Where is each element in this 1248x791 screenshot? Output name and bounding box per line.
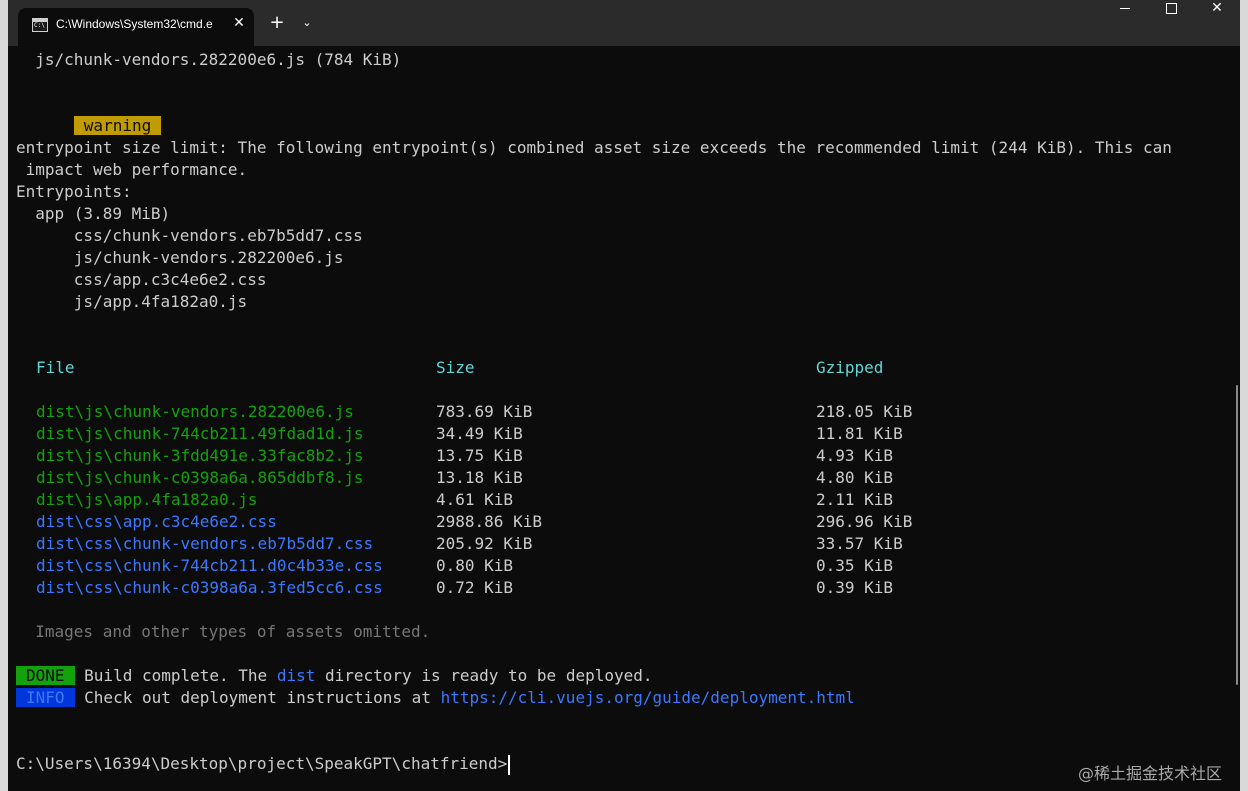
warning-badge: warning xyxy=(73,116,162,135)
row-gzipped: 0.35 KiB xyxy=(816,556,894,575)
entry-file: css/chunk-vendors.eb7b5dd7.css xyxy=(16,226,363,245)
tab-title: C:\Windows\System32\cmd.e xyxy=(56,17,213,31)
row-size: 783.69 KiB xyxy=(436,402,533,421)
header-gzipped: Gzipped xyxy=(816,358,884,377)
row-size: 13.75 KiB xyxy=(436,446,523,465)
row-size: 4.61 KiB xyxy=(436,490,514,509)
minimize-icon xyxy=(1120,7,1130,9)
header-file: File xyxy=(36,358,75,377)
row-gzipped: 4.93 KiB xyxy=(816,446,894,465)
row-gzipped: 0.39 KiB xyxy=(816,578,894,597)
omitted-note: Images and other types of assets omitted… xyxy=(16,622,431,641)
tab-close-icon[interactable]: ✕ xyxy=(230,14,248,32)
row-size: 34.49 KiB xyxy=(436,424,523,443)
done-line: DONE Build complete. The dist directory … xyxy=(16,665,653,687)
row-gzipped: 218.05 KiB xyxy=(816,402,913,421)
row-file: dist\js\chunk-c0398a6a.865ddbf8.js xyxy=(36,468,364,487)
asset-line: js/chunk-vendors.282200e6.js (784 KiB) xyxy=(16,50,402,69)
maximize-icon xyxy=(1165,2,1177,14)
dist-highlight: dist xyxy=(276,666,316,685)
entry-file: js/app.4fa182a0.js xyxy=(16,292,248,311)
row-size: 0.80 KiB xyxy=(436,556,514,575)
row-size: 13.18 KiB xyxy=(436,468,523,487)
deployment-link[interactable]: https://cli.vuejs.org/guide/deployment.h… xyxy=(441,688,855,707)
entrypoints-label: Entrypoints: xyxy=(16,182,132,201)
terminal-output[interactable]: js/chunk-vendors.282200e6.js (784 KiB) w… xyxy=(8,46,1240,791)
prompt-line[interactable]: C:\Users\16394\Desktop\project\SpeakGPT\… xyxy=(16,753,511,775)
new-tab-button[interactable]: + xyxy=(266,12,288,34)
row-gzipped: 296.96 KiB xyxy=(816,512,913,531)
done-badge: DONE xyxy=(16,666,75,685)
row-file: dist\js\chunk-744cb211.49fdad1d.js xyxy=(36,424,364,443)
row-size: 0.72 KiB xyxy=(436,578,514,597)
row-size: 205.92 KiB xyxy=(436,534,533,553)
row-gzipped: 2.11 KiB xyxy=(816,490,894,509)
info-line: INFO Check out deployment instructions a… xyxy=(16,687,855,709)
entry-file: css/app.c3c4e6e2.css xyxy=(16,270,267,289)
header-size: Size xyxy=(436,358,475,377)
chevron-down-icon[interactable]: ⌄ xyxy=(296,12,318,34)
row-gzipped: 11.81 KiB xyxy=(816,424,903,443)
row-file: dist\css\chunk-744cb211.d0c4b33e.css xyxy=(36,556,383,575)
entry-file: js/chunk-vendors.282200e6.js xyxy=(16,248,344,267)
maximize-button[interactable] xyxy=(1148,0,1194,42)
app-entry: app (3.89 MiB) xyxy=(16,204,171,223)
row-gzipped: 4.80 KiB xyxy=(816,468,894,487)
prompt: C:\Users\16394\Desktop\project\SpeakGPT\… xyxy=(16,754,508,773)
terminal-window: C:\Windows\System32\cmd.e ✕ + ⌄ ✕ js/chu… xyxy=(8,0,1240,791)
info-badge: INFO xyxy=(16,688,75,707)
cmd-icon xyxy=(32,18,48,32)
row-file: dist\js\chunk-3fdd491e.33fac8b2.js xyxy=(36,446,364,465)
watermark: @稀土掘金技术社区 xyxy=(1078,764,1223,783)
title-bar: C:\Windows\System32\cmd.e ✕ + ⌄ ✕ xyxy=(8,0,1240,46)
minimize-button[interactable] xyxy=(1102,0,1148,42)
tab-cmd[interactable]: C:\Windows\System32\cmd.e ✕ xyxy=(18,8,254,46)
row-file: dist\js\app.4fa182a0.js xyxy=(36,490,258,509)
row-file: dist\js\chunk-vendors.282200e6.js xyxy=(36,402,354,421)
scrollbar[interactable] xyxy=(1236,385,1238,685)
entry-line-2: impact web performance. xyxy=(16,160,248,179)
entry-line-1: entrypoint size limit: The following ent… xyxy=(16,138,1172,157)
row-file: dist\css\chunk-vendors.eb7b5dd7.css xyxy=(36,534,374,553)
row-size: 2988.86 KiB xyxy=(436,512,542,531)
text-cursor xyxy=(508,754,511,775)
row-gzipped: 33.57 KiB xyxy=(816,534,903,553)
row-file: dist\css\chunk-c0398a6a.3fed5cc6.css xyxy=(36,578,383,597)
row-file: dist\css\app.c3c4e6e2.css xyxy=(36,512,277,531)
close-button[interactable]: ✕ xyxy=(1194,0,1240,42)
